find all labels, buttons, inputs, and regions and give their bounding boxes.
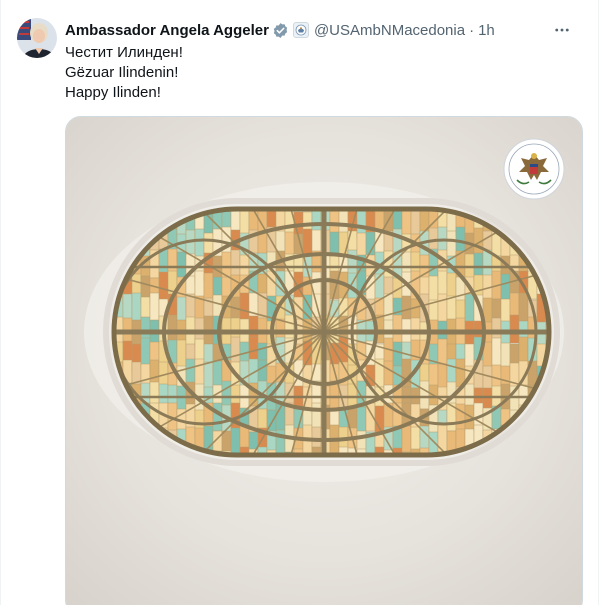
tweet-line-albanian: Gëzuar Ilindenin! (65, 64, 179, 81)
separator-dot: · (469, 21, 475, 39)
timestamp[interactable]: 1h (478, 22, 495, 39)
tweet-header: Ambassador Angela Aggeler @USAmbNMacedon… (65, 19, 578, 41)
display-name[interactable]: Ambassador Angela Aggeler (65, 22, 269, 39)
tweet: Ambassador Angela Aggeler @USAmbNMacedon… (0, 0, 599, 605)
tweet-text: Честит Илинден! Gëzuar Ilindenin! Happy … (65, 43, 183, 103)
verified-badge-icon[interactable] (272, 22, 289, 39)
avatar[interactable] (17, 18, 57, 58)
user-handle[interactable]: @USAmbNMacedonia (314, 22, 465, 39)
avatar-image (17, 18, 57, 58)
tweet-line-macedonian: Честит Илинден! (65, 44, 183, 61)
tweet-photo[interactable] (65, 116, 583, 605)
embassy-seal-logo (503, 138, 565, 200)
affiliate-badge-icon[interactable] (292, 22, 309, 38)
more-options-icon[interactable] (548, 19, 576, 41)
tweet-line-english: Happy Ilinden! (65, 84, 161, 101)
